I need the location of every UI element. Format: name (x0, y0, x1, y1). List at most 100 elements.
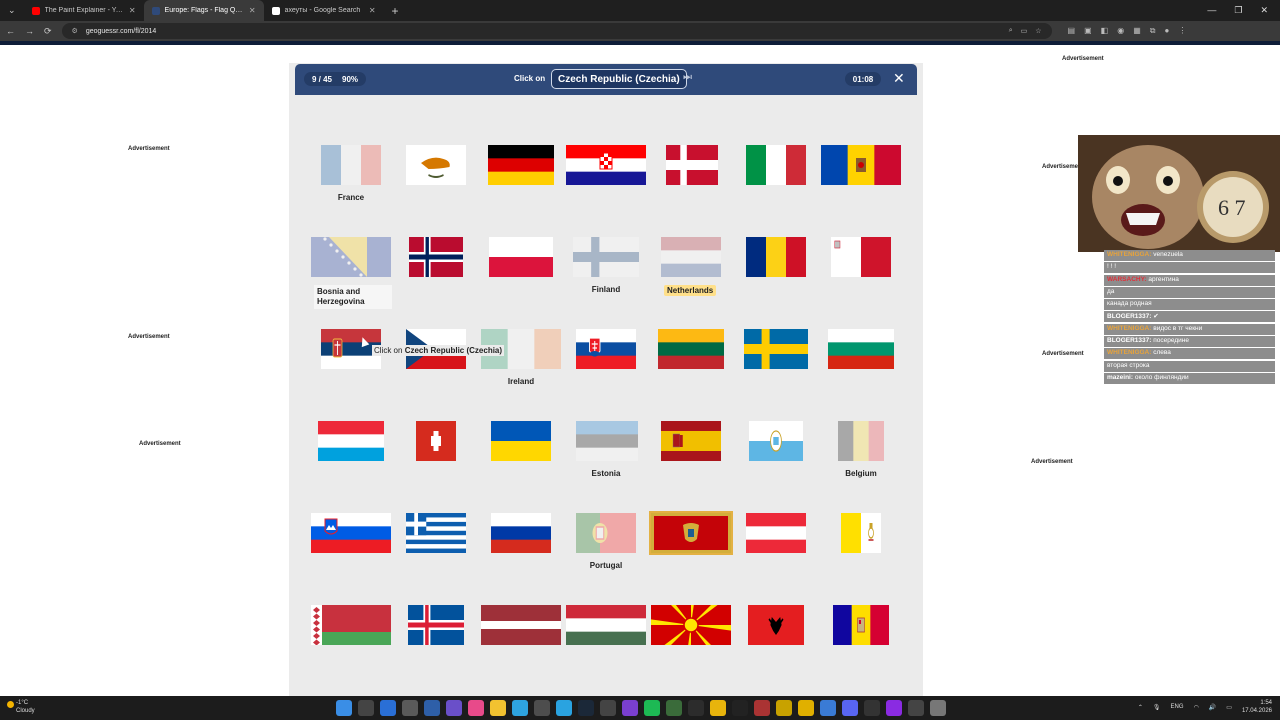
cast-icon[interactable]: ▭ (1021, 27, 1028, 35)
steam-icon[interactable] (578, 700, 594, 716)
chat-message: вторая строка (1104, 360, 1275, 372)
search-icon[interactable] (358, 700, 374, 716)
flag-albania[interactable] (748, 605, 804, 645)
flag-norway[interactable] (409, 237, 463, 277)
flag-luxembourg[interactable] (318, 421, 384, 461)
flag-san-marino[interactable] (749, 421, 803, 461)
copilot-icon[interactable] (402, 700, 418, 716)
extension-icon[interactable]: ◧ (1101, 26, 1109, 36)
telegram-icon[interactable] (556, 700, 572, 716)
flag-bulgaria[interactable] (828, 329, 894, 369)
tab-close-icon[interactable]: ✕ (249, 6, 256, 15)
app-icon[interactable] (820, 700, 836, 716)
extension-icon[interactable]: ▣ (1084, 26, 1092, 36)
flag-belarus[interactable] (311, 605, 391, 645)
flag-ukraine[interactable] (491, 421, 551, 461)
profile-avatar[interactable]: ● (1165, 26, 1170, 36)
zoom-icon[interactable]: ⌕ (1009, 27, 1013, 35)
discord-icon[interactable] (842, 700, 858, 716)
back-icon[interactable]: ← (6, 26, 15, 36)
extension-icon[interactable]: ▦ (1133, 26, 1141, 36)
extension-icon[interactable]: ◉ (1117, 26, 1124, 36)
flag-poland[interactable] (489, 237, 553, 277)
flag-vatican[interactable] (841, 513, 881, 553)
itunes-icon[interactable] (468, 700, 484, 716)
app-icon[interactable] (798, 700, 814, 716)
app-icon[interactable] (688, 700, 704, 716)
site-info-icon[interactable]: ⚙ (72, 27, 78, 35)
app-icon[interactable] (534, 700, 550, 716)
app-icon[interactable] (446, 700, 462, 716)
tray-chevron-icon[interactable]: ⌃ (1138, 704, 1143, 711)
weather-widget[interactable]: -1°C Cloudy (16, 699, 35, 715)
flag-romania[interactable] (746, 237, 806, 277)
extensions-puzzle-icon[interactable]: ⧉ (1150, 26, 1156, 36)
app-icon[interactable] (754, 700, 770, 716)
flag-andorra[interactable] (833, 605, 889, 645)
ad-label: Advertisement (128, 146, 170, 152)
flag-austria[interactable] (746, 513, 806, 553)
app-icon[interactable] (776, 700, 792, 716)
flag-moldova[interactable] (821, 145, 901, 185)
start-icon[interactable] (336, 700, 352, 716)
battery-icon[interactable]: ▭ (1226, 704, 1232, 711)
spotify-icon[interactable] (644, 700, 660, 716)
flag-germany[interactable] (488, 145, 554, 185)
app-icon[interactable] (886, 700, 902, 716)
tab-close-icon[interactable]: ✕ (129, 6, 136, 15)
flag-russia[interactable] (491, 513, 551, 553)
settings-icon[interactable] (930, 700, 946, 716)
app-icon[interactable] (666, 700, 682, 716)
clock[interactable]: 1:54 17.04.2026 (1242, 699, 1272, 715)
tab-search-icon[interactable]: ⌄ (0, 5, 24, 16)
browser-tab[interactable]: ахеуты - Google Search ✕ (264, 0, 384, 21)
browser-tab[interactable]: Europe: Flags - Flag Quiz Game ✕ (143, 0, 264, 21)
clock-date: 17.04.2026 (1241, 708, 1272, 714)
flag-italy[interactable] (746, 145, 806, 185)
mic-icon[interactable]: 🎙 (1153, 704, 1161, 711)
app-icon[interactable] (424, 700, 440, 716)
skip-icon[interactable]: ⏭ (683, 72, 692, 83)
tab-close-icon[interactable]: ✕ (369, 6, 376, 15)
flag-lithuania[interactable] (658, 329, 724, 369)
network-icon[interactable]: ◠ (1194, 704, 1199, 711)
flag-north-macedonia[interactable] (651, 605, 731, 645)
explorer-icon[interactable] (490, 700, 506, 716)
flag-sweden[interactable] (744, 329, 808, 369)
app-icon[interactable] (732, 700, 748, 716)
extension-icon[interactable]: ▤ (1068, 26, 1076, 36)
flag-croatia[interactable] (566, 145, 646, 185)
app-icon[interactable] (908, 700, 924, 716)
flag-slovenia[interactable] (311, 513, 391, 553)
bookmark-star-icon[interactable]: ☆ (1035, 27, 1041, 35)
flag-greece[interactable] (406, 513, 466, 553)
chatgpt-icon[interactable] (600, 700, 616, 716)
flag-montenegro[interactable] (649, 511, 733, 555)
maximize-icon[interactable]: ❐ (1234, 5, 1242, 16)
app-icon[interactable] (864, 700, 880, 716)
flag-iceland[interactable] (408, 605, 464, 645)
flag-malta[interactable] (831, 237, 891, 277)
flag-hungary[interactable] (566, 605, 646, 645)
new-tab-button[interactable]: + (384, 4, 407, 18)
reload-icon[interactable]: ⟳ (44, 26, 52, 37)
app-icon[interactable] (622, 700, 638, 716)
minimize-icon[interactable]: — (1207, 5, 1216, 16)
photos-icon[interactable] (512, 700, 528, 716)
menu-icon[interactable]: ⋮ (1178, 26, 1186, 36)
flag-denmark[interactable] (666, 145, 718, 185)
close-window-icon[interactable]: ✕ (1260, 5, 1268, 16)
volume-icon[interactable]: 🔊 (1209, 704, 1216, 711)
widgets-icon[interactable] (380, 700, 396, 716)
flag-spain[interactable] (661, 421, 721, 461)
browser-tab[interactable]: The Paint Explainer - YouTube ✕ (24, 0, 144, 21)
forward-icon[interactable]: → (25, 26, 34, 36)
close-icon[interactable]: ✕ (893, 70, 905, 87)
language-indicator[interactable]: ENG (1171, 704, 1184, 710)
flag-slovakia[interactable] (576, 329, 636, 369)
chrome-icon[interactable] (710, 700, 726, 716)
url-field[interactable]: ⚙ geoguessr.com/fl/2014 ⌕ ▭ ☆ (61, 23, 1052, 39)
flag-latvia[interactable] (481, 605, 561, 645)
flag-cyprus[interactable] (406, 145, 466, 185)
flag-switzerland[interactable] (416, 421, 456, 461)
